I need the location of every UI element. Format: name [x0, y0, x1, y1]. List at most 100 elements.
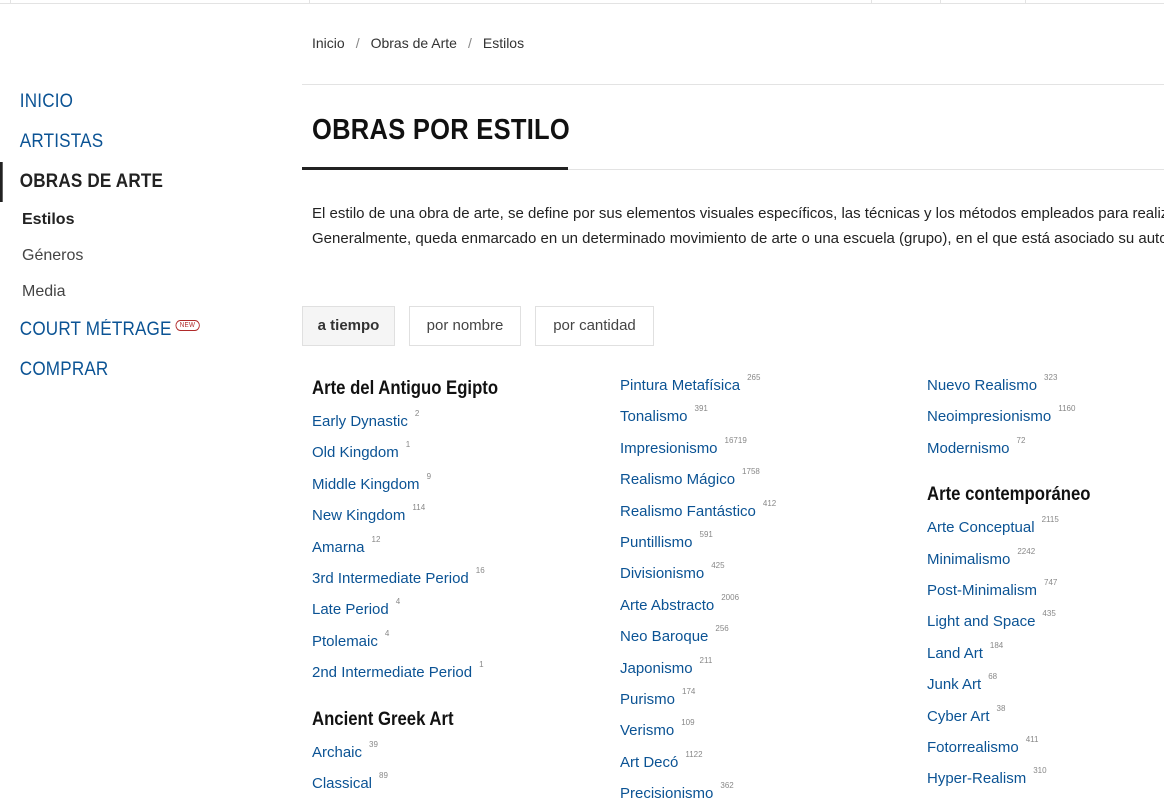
styles-column: Nuevo Realismo 323 Neoimpresionismo 1160 Mod…: [927, 370, 1113, 795]
artwork-count: 591: [699, 529, 713, 539]
style-link[interactable]: Puntillismo: [620, 534, 693, 551]
style-link[interactable]: Fotorrealismo: [927, 739, 1019, 756]
artwork-count: 16719: [724, 435, 747, 445]
artwork-count: 391: [694, 404, 708, 414]
style-link[interactable]: Neo Baroque: [620, 628, 708, 645]
style-link[interactable]: Purismo: [620, 691, 675, 708]
artwork-count: 412: [762, 498, 777, 508]
artwork-count: 1: [479, 660, 484, 670]
style-link[interactable]: Neoimpresionismo: [927, 408, 1051, 425]
style-link[interactable]: Verismo: [620, 722, 674, 739]
artwork-count: 747: [1044, 577, 1058, 587]
style-link[interactable]: Nuevo Realismo: [927, 377, 1037, 394]
style-item: Land Art 184: [927, 638, 1113, 669]
style-item: Verismo 109: [620, 715, 776, 746]
style-item: Late Period 4: [312, 594, 523, 625]
style-item: Light and Space 435: [927, 606, 1113, 637]
style-link[interactable]: Old Kingdom: [312, 444, 399, 461]
style-link[interactable]: Ptolemaic: [312, 633, 378, 650]
style-item: Archaic 39: [312, 737, 523, 768]
style-link[interactable]: Art Decó: [620, 754, 678, 771]
style-link[interactable]: Land Art: [927, 645, 983, 662]
style-link[interactable]: Cyber Art: [927, 708, 990, 725]
artwork-count: 9: [426, 471, 432, 481]
style-link[interactable]: Minimalismo: [927, 551, 1010, 568]
style-item: Arte Abstracto 2006: [620, 590, 776, 621]
style-item: Cyber Art 38: [927, 701, 1113, 732]
style-link[interactable]: Post-Minimalism: [927, 582, 1037, 599]
breadcrumb-separator: /: [355, 35, 360, 51]
style-link[interactable]: Amarna: [312, 539, 365, 556]
intro-text: El estilo de una obra de arte, se define…: [312, 205, 1164, 247]
style-group-title: Ancient Greek Art: [312, 708, 454, 730]
style-link[interactable]: Realismo Fantástico: [620, 503, 756, 520]
style-item: Divisionismo 425: [620, 558, 776, 589]
artwork-count: 1758: [742, 467, 760, 477]
style-link[interactable]: Classical: [312, 775, 372, 792]
style-link[interactable]: Modernismo: [927, 440, 1010, 457]
style-link[interactable]: New Kingdom: [312, 507, 405, 524]
sort-by-name-button[interactable]: por nombre: [409, 306, 521, 346]
artwork-count: 425: [711, 561, 725, 571]
style-group-title: Arte contemporáneo: [927, 484, 1091, 506]
style-link[interactable]: Realismo Mágico: [620, 471, 735, 488]
breadcrumb: Inicio / Obras de Arte / Estilos: [312, 35, 524, 51]
main-content: Inicio / Obras de Arte / Estilos OBRAS POR E…: [302, 0, 1164, 808]
style-item: Art Decó 1122: [620, 747, 776, 778]
style-item: Arte Conceptual 2115: [927, 512, 1113, 543]
style-link[interactable]: 3rd Intermediate Period: [312, 570, 469, 587]
sidebar-subitem-estilos[interactable]: Estilos: [0, 202, 290, 238]
style-link[interactable]: Pintura Metafísica: [620, 377, 740, 394]
style-item: Ptolemaic 4: [312, 626, 523, 657]
sidebar-item-obras-de-arte[interactable]: OBRAS DE ARTE: [0, 162, 261, 202]
sort-by-count-button[interactable]: por cantidad: [535, 306, 654, 346]
style-link[interactable]: Junk Art: [927, 676, 981, 693]
sidebar-item-inicio[interactable]: INICIO: [0, 82, 261, 122]
style-link[interactable]: Hyper-Realism: [927, 770, 1026, 787]
style-link[interactable]: Archaic: [312, 744, 362, 761]
style-link[interactable]: Light and Space: [927, 613, 1035, 630]
style-item: Puntillismo 591: [620, 527, 776, 558]
divider: [302, 84, 1164, 85]
style-link[interactable]: Impresionismo: [620, 440, 718, 457]
breadcrumb-inicio[interactable]: Inicio: [312, 35, 345, 51]
artwork-count: 435: [1042, 609, 1056, 619]
artwork-count: 411: [1025, 734, 1039, 744]
style-link[interactable]: 2nd Intermediate Period: [312, 664, 472, 681]
style-item: Junk Art 68: [927, 669, 1113, 700]
style-link[interactable]: Divisionismo: [620, 565, 704, 582]
style-item: Nuevo Realismo 323: [927, 370, 1113, 401]
sidebar-item-court-metrage[interactable]: COURT MÉTRAGE NEW: [0, 310, 261, 350]
artwork-count: 184: [989, 640, 1004, 650]
artwork-count: 256: [715, 624, 729, 634]
page-title: OBRAS POR ESTILO: [312, 114, 571, 146]
style-link[interactable]: Arte Abstracto: [620, 597, 714, 614]
style-link[interactable]: Tonalismo: [620, 408, 688, 425]
style-link[interactable]: Middle Kingdom: [312, 476, 420, 493]
sidebar-item-artistas[interactable]: ARTISTAS: [0, 122, 261, 162]
style-item: Neoimpresionismo 1160: [927, 401, 1113, 432]
new-badge: NEW: [175, 320, 200, 331]
artwork-count: 114: [412, 503, 426, 513]
sort-by-time-button[interactable]: a tiempo: [302, 306, 395, 346]
sidebar-subitem-media[interactable]: Media: [0, 274, 290, 310]
artwork-count: 362: [720, 781, 734, 791]
style-link[interactable]: Precisionismo: [620, 785, 713, 802]
breadcrumb-obras-de-arte[interactable]: Obras de Arte: [371, 35, 457, 51]
sidebar-item-comprar[interactable]: COMPRAR: [0, 350, 261, 390]
breadcrumb-estilos[interactable]: Estilos: [483, 35, 524, 51]
style-item: Purismo 174: [620, 684, 776, 715]
style-item: Modernismo 72: [927, 433, 1113, 464]
style-link[interactable]: Early Dynastic: [312, 413, 408, 430]
top-bar-divider: [10, 0, 11, 4]
style-link[interactable]: Japonismo: [620, 660, 693, 677]
sidebar-subitem-generos[interactable]: Géneros: [0, 238, 290, 274]
style-item: Pintura Metafísica 265: [620, 370, 776, 401]
style-item: Classical 89: [312, 768, 523, 799]
title-underline: [302, 167, 568, 170]
style-link[interactable]: Arte Conceptual: [927, 519, 1035, 536]
style-link[interactable]: Late Period: [312, 601, 389, 618]
artwork-count: 89: [379, 770, 388, 780]
